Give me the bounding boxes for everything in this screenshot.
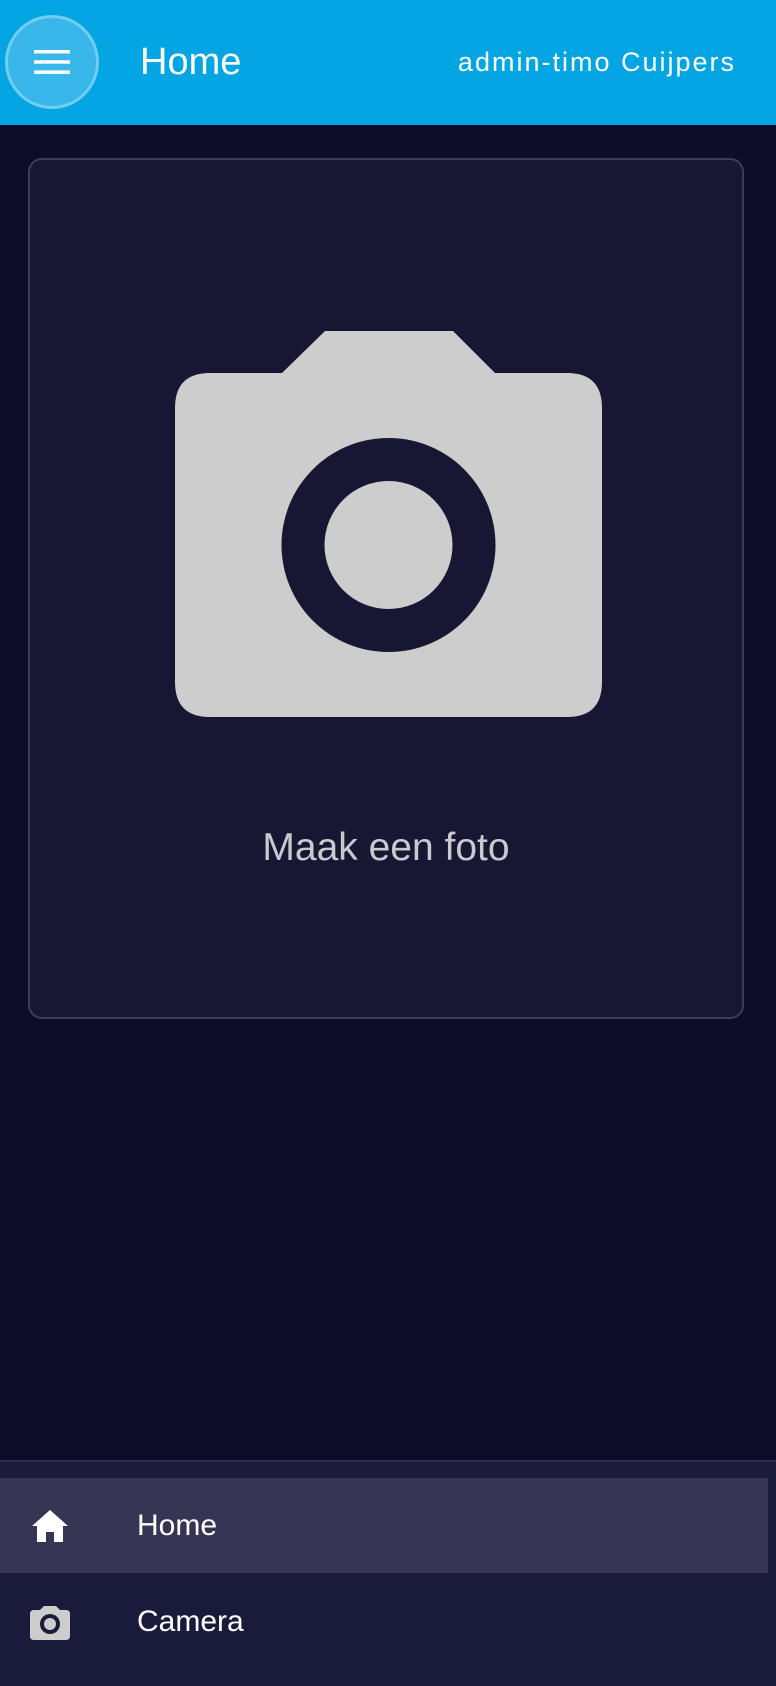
menu-button[interactable] xyxy=(5,15,99,109)
camera-icon xyxy=(175,331,602,717)
nav-item-camera[interactable]: Camera xyxy=(0,1574,776,1669)
user-name: admin-timo Cuijpers xyxy=(457,47,736,77)
bottom-navigation: Home Camera xyxy=(0,1460,776,1686)
nav-item-label: Camera xyxy=(137,1604,244,1638)
nav-item-home[interactable]: Home xyxy=(0,1478,768,1573)
nav-item-label: Home xyxy=(137,1508,218,1542)
page-title: Home xyxy=(140,41,242,83)
home-icon xyxy=(30,1506,70,1546)
app: Home admin-timo Cuijpers Maak een foto H… xyxy=(0,0,776,1686)
take-photo-caption: Maak een foto xyxy=(262,826,510,869)
top-app-bar: Home admin-timo Cuijpers xyxy=(0,0,776,125)
camera-icon xyxy=(30,1602,70,1642)
take-photo-card[interactable]: Maak een foto xyxy=(28,158,744,1019)
hamburger-icon xyxy=(34,50,70,74)
